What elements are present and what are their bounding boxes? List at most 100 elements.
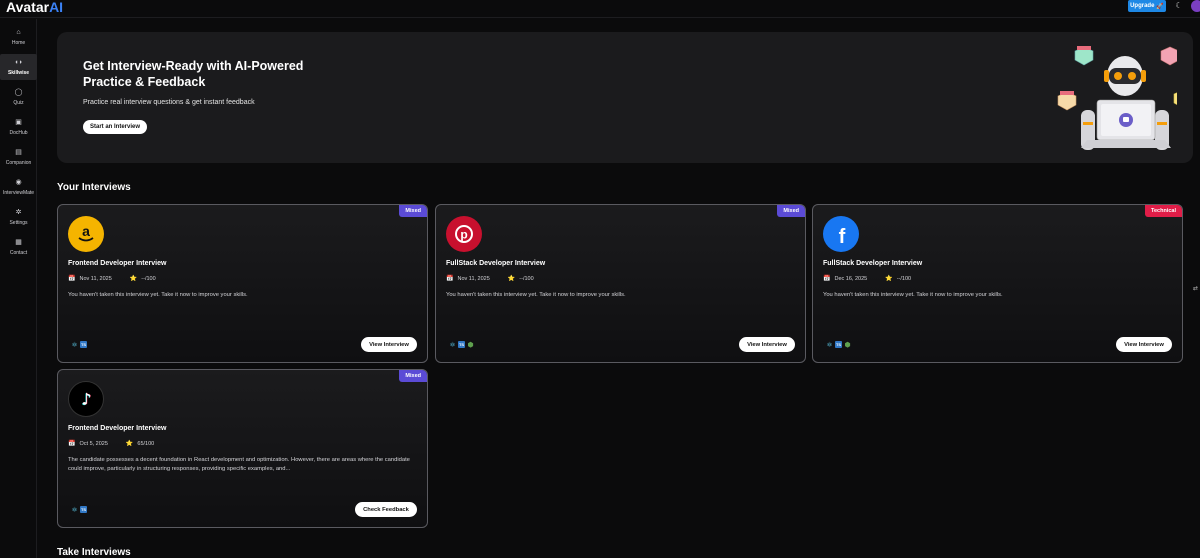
take-interviews-heading: Take Interviews xyxy=(57,547,131,558)
interview-card[interactable]: Mixed ♪ ♪ ♪ Frontend Developer Interview 📅… xyxy=(57,369,428,528)
calendar-icon: 📅 xyxy=(68,441,76,447)
hero-banner: Get Interview-Ready with AI-Powered Prac… xyxy=(57,32,1193,163)
svg-text:p: p xyxy=(460,228,467,242)
card-score: --/100 xyxy=(519,275,534,282)
card-title: FullStack Developer Interview xyxy=(446,260,546,267)
typescript-icon: TS xyxy=(835,341,842,348)
card-meta: 📅 Nov 11, 2025 ⭐ --/100 xyxy=(446,275,534,283)
badge-icon xyxy=(1160,46,1177,66)
sidebar-item-label: Companion xyxy=(5,159,32,166)
start-interview-button[interactable]: Start an Interview xyxy=(83,120,147,134)
home-icon: ⌂ xyxy=(16,28,21,36)
tech-stack: ⚛ TS ⬢ xyxy=(826,341,851,349)
avatar[interactable] xyxy=(1191,0,1200,12)
interview-type-badge: Mixed xyxy=(399,205,427,217)
briefcase-icon: ▣ xyxy=(15,118,22,126)
sidebar-item-label: DocHub xyxy=(9,129,28,136)
person-icon: ◉ xyxy=(15,178,22,186)
react-icon: ⚛ xyxy=(71,341,78,349)
svg-text:a: a xyxy=(82,223,90,239)
card-score: --/100 xyxy=(896,275,912,282)
sidebar: ⌂ Home ◖◗ Skillwise ◯ Quiz ▣ DocHub ▤ Co… xyxy=(0,19,37,558)
nodejs-icon: ⬢ xyxy=(467,341,474,349)
sound-wave-icon: ◖◗ xyxy=(14,58,23,66)
react-icon: ⚛ xyxy=(826,341,833,349)
nodejs-icon: ⬢ xyxy=(844,341,851,349)
gear-icon: ✲ xyxy=(15,208,22,216)
badge-icon xyxy=(1074,46,1094,66)
card-description: You haven't taken this interview yet. Ta… xyxy=(446,292,626,298)
interview-type-badge: Mixed xyxy=(777,205,805,217)
view-interview-button[interactable]: View Interview xyxy=(361,337,417,352)
sidebar-item-home[interactable]: ⌂ Home xyxy=(0,24,37,50)
card-date: Dec 16, 2025 xyxy=(834,275,868,282)
card-title: Frontend Developer Interview xyxy=(68,425,167,432)
card-score: --/100 xyxy=(141,275,156,282)
react-icon: ⚛ xyxy=(449,341,456,349)
tech-stack: ⚛ TS ⬢ xyxy=(449,341,474,349)
typescript-icon: TS xyxy=(80,341,87,348)
calendar-icon: 📅 xyxy=(68,276,76,282)
hero-subtitle: Practice real interview questions & get … xyxy=(83,99,255,106)
card-title: FullStack Developer Interview xyxy=(823,260,923,267)
card-meta: 📅 Oct 5, 2025 ⭐ 65/100 xyxy=(68,440,155,448)
calendar-icon: 📅 xyxy=(446,276,454,282)
view-interview-button[interactable]: View Interview xyxy=(1116,337,1172,352)
sidebar-item-skillwise[interactable]: ◖◗ Skillwise xyxy=(0,54,37,80)
interview-type-badge: Technical xyxy=(1145,205,1182,217)
pinterest-logo-icon: p xyxy=(446,216,482,252)
check-feedback-button[interactable]: Check Feedback xyxy=(355,502,417,517)
hero-title: Get Interview-Ready with AI-Powered Prac… xyxy=(83,59,304,89)
svg-text:f: f xyxy=(839,226,846,245)
moon-icon[interactable]: ☾ xyxy=(1174,1,1184,11)
top-bar: AvatarAI Upgrade 🚀 ☾ xyxy=(0,0,1200,18)
star-icon: ⭐ xyxy=(129,276,138,282)
card-date: Nov 11, 2025 xyxy=(457,275,490,282)
sidebar-item-dochub[interactable]: ▣ DocHub xyxy=(0,114,37,140)
svg-text:♪: ♪ xyxy=(81,390,91,409)
sidebar-item-label: Skillwise xyxy=(7,69,30,76)
sidebar-item-interviewmate[interactable]: ◉ InterviewMate xyxy=(0,174,37,200)
sidebar-item-label: Quiz xyxy=(13,99,24,106)
robot-icon: ▤ xyxy=(15,148,22,156)
interview-card[interactable]: Mixed a Frontend Developer Interview 📅 N… xyxy=(57,204,428,363)
lightbulb-icon: ◯ xyxy=(14,88,23,96)
drag-handle-icon[interactable]: ⇄ xyxy=(1193,285,1200,294)
facebook-logo-icon: f xyxy=(823,216,859,252)
sidebar-item-quiz[interactable]: ◯ Quiz xyxy=(0,84,37,110)
robot-illustration xyxy=(1057,46,1177,150)
interview-type-badge: Mixed xyxy=(399,370,427,382)
sidebar-item-contact[interactable]: ▦ Contact xyxy=(0,234,37,260)
sidebar-item-label: Home xyxy=(11,39,26,46)
app-logo[interactable]: AvatarAI xyxy=(6,0,63,14)
sidebar-item-label: Contact xyxy=(9,249,28,256)
tiktok-logo-icon: ♪ ♪ ♪ xyxy=(68,381,104,417)
badge-icon xyxy=(1057,91,1077,111)
interview-card[interactable]: Mixed p FullStack Developer Interview 📅 … xyxy=(435,204,806,363)
star-icon: ⭐ xyxy=(125,441,134,447)
card-meta: 📅 Dec 16, 2025 ⭐ --/100 xyxy=(823,275,912,283)
card-title: Frontend Developer Interview xyxy=(68,260,167,267)
your-interviews-heading: Your Interviews xyxy=(57,182,131,193)
tech-stack: ⚛ TS xyxy=(71,506,87,514)
card-score: 65/100 xyxy=(137,440,155,447)
typescript-icon: TS xyxy=(458,341,465,348)
amazon-logo-icon: a xyxy=(68,216,104,252)
star-icon: ⭐ xyxy=(885,276,893,282)
star-icon: ⭐ xyxy=(507,276,516,282)
rocket-icon: 🚀 xyxy=(1156,3,1164,10)
sidebar-item-settings[interactable]: ✲ Settings xyxy=(0,204,37,230)
card-description: You haven't taken this interview yet. Ta… xyxy=(823,292,1003,298)
badge-icon xyxy=(1173,92,1177,106)
view-interview-button[interactable]: View Interview xyxy=(739,337,795,352)
interview-card[interactable]: Technical f FullStack Developer Intervie… xyxy=(812,204,1183,363)
sidebar-item-label: Settings xyxy=(9,219,28,226)
sidebar-item-companion[interactable]: ▤ Companion xyxy=(0,144,37,170)
tech-stack: ⚛ TS xyxy=(71,341,87,349)
card-date: Oct 5, 2025 xyxy=(79,440,108,447)
react-icon: ⚛ xyxy=(71,506,78,514)
card-date: Nov 11, 2025 xyxy=(79,275,112,282)
contact-icon: ▦ xyxy=(15,238,22,246)
upgrade-button[interactable]: Upgrade 🚀 xyxy=(1128,0,1166,12)
card-description: You haven't taken this interview yet. Ta… xyxy=(68,292,248,298)
